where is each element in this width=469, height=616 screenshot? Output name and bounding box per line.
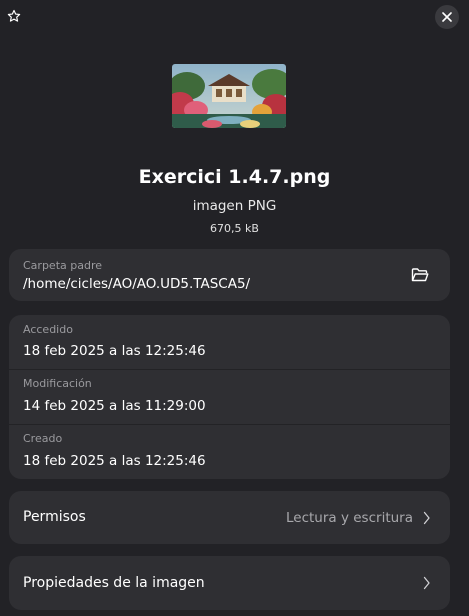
accessed-value: 18 feb 2025 a las 12:25:46 <box>23 343 206 359</box>
file-size: 670,5 kB <box>210 222 259 235</box>
close-button[interactable] <box>435 5 459 29</box>
created-value: 18 feb 2025 a las 12:25:46 <box>23 453 206 469</box>
image-properties-label: Propiedades de la imagen <box>23 575 205 591</box>
parent-folder-label: Carpeta padre <box>23 259 102 272</box>
created-label: Creado <box>23 432 63 445</box>
divider <box>9 424 450 425</box>
divider <box>9 369 450 370</box>
folder-open-icon <box>411 268 429 282</box>
image-thumbnail <box>172 64 286 128</box>
star-button[interactable] <box>4 6 24 26</box>
parent-folder-path: /home/cicles/AO/AO.UD5.TASCA5/ <box>23 276 251 292</box>
open-folder-button[interactable] <box>411 267 429 283</box>
chevron-right-icon <box>423 576 430 590</box>
modified-value: 14 feb 2025 a las 11:29:00 <box>23 398 206 414</box>
file-type: imagen PNG <box>192 198 277 214</box>
parent-folder-row: Carpeta padre /home/cicles/AO/AO.UD5.TAS… <box>9 249 450 301</box>
file-properties-window: Exercici 1.4.7.png imagen PNG 670,5 kB C… <box>0 0 469 616</box>
permissions-label: Permisos <box>23 509 86 525</box>
chevron-right-icon <box>423 511 430 525</box>
permissions-row[interactable]: Permisos Lectura y escritura <box>9 491 450 544</box>
accessed-label: Accedido <box>23 323 73 336</box>
star-outline-icon <box>7 9 21 22</box>
close-icon <box>442 12 452 22</box>
image-properties-row[interactable]: Propiedades de la imagen <box>9 556 450 610</box>
modified-label: Modificación <box>23 377 92 390</box>
dates-card: Accedido 18 feb 2025 a las 12:25:46 Modi… <box>9 315 450 479</box>
file-name: Exercici 1.4.7.png <box>138 166 331 188</box>
permissions-value: Lectura y escritura <box>286 510 413 526</box>
